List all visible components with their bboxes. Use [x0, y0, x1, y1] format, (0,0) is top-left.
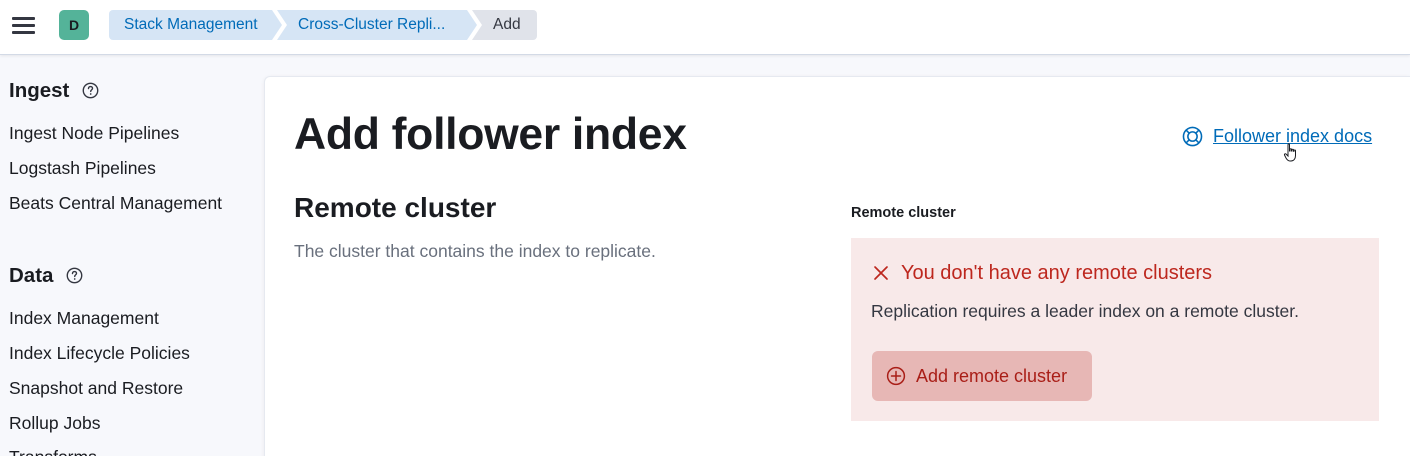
help-lifebuoy-icon — [1182, 126, 1203, 146]
sidebar-item-index-management[interactable]: Index Management — [9, 308, 159, 329]
help-icon[interactable] — [66, 267, 83, 284]
plus-circle-icon — [886, 366, 906, 386]
top-header: D Stack Management Cross-Cluster Repli..… — [0, 0, 1410, 55]
remote-cluster-section-title: Remote cluster — [294, 192, 497, 223]
sidebar-section-data: Data — [9, 264, 54, 287]
breadcrumb-cross-cluster-replication[interactable]: Cross-Cluster Repli... — [277, 10, 477, 40]
menu-icon[interactable] — [12, 14, 36, 36]
sidebar-item-logstash-pipelines[interactable]: Logstash Pipelines — [9, 158, 156, 179]
callout-body: Replication requires a leader index on a… — [871, 301, 1300, 321]
sidebar-item-rollup-jobs[interactable]: Rollup Jobs — [9, 413, 100, 434]
callout-title: You don't have any remote clusters — [901, 262, 1213, 284]
sidebar-item-snapshot-and-restore[interactable]: Snapshot and Restore — [9, 378, 183, 399]
remote-cluster-description: The cluster that contains the index to r… — [294, 241, 656, 261]
error-cross-icon — [874, 266, 888, 280]
breadcrumb-stack-management[interactable]: Stack Management — [109, 10, 282, 40]
follower-index-docs-link[interactable]: Follower index docs — [1182, 124, 1372, 148]
space-avatar[interactable]: D — [59, 10, 89, 40]
sidebar-section-ingest: Ingest — [9, 79, 70, 102]
add-remote-cluster-label: Add remote cluster — [916, 365, 1068, 386]
sidebar-item-ingest-node-pipelines[interactable]: Ingest Node Pipelines — [9, 123, 179, 144]
sidebar-item-transforms[interactable]: Transforms — [9, 447, 97, 456]
help-icon[interactable] — [82, 82, 99, 99]
add-remote-cluster-button[interactable]: Add remote cluster — [872, 351, 1092, 401]
remote-cluster-field-label: Remote cluster — [851, 205, 956, 221]
hand-cursor-icon — [1283, 143, 1296, 162]
sidebar-item-index-lifecycle-policies[interactable]: Index Lifecycle Policies — [9, 343, 190, 364]
sidebar-item-beats-central-management[interactable]: Beats Central Management — [9, 193, 222, 214]
page-title: Add follower index — [294, 110, 687, 159]
breadcrumb-add: Add — [472, 10, 537, 40]
